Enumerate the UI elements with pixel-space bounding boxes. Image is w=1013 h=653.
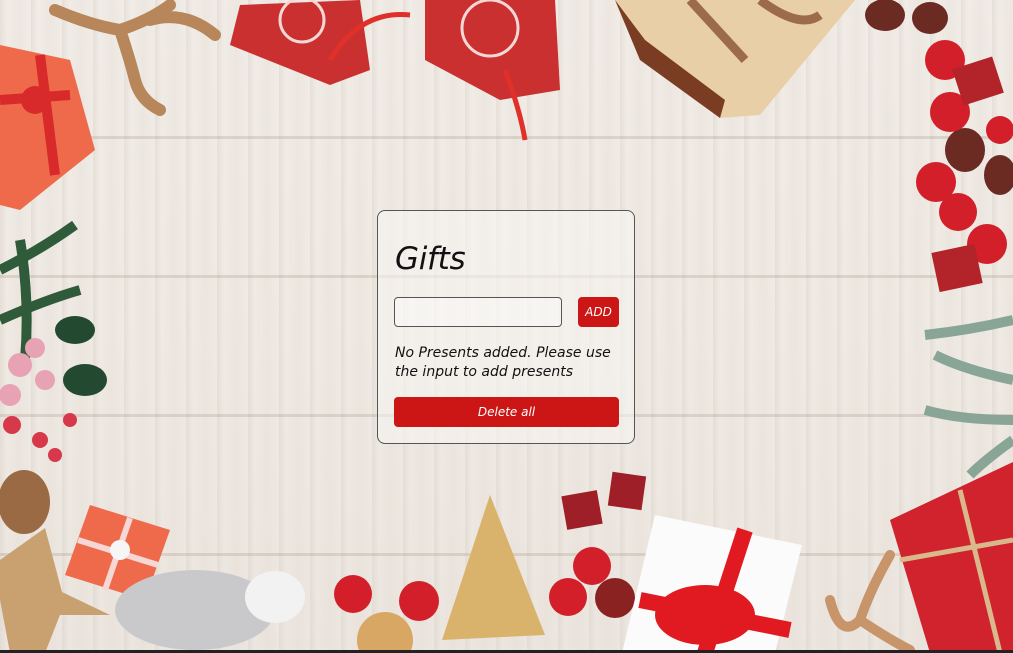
add-button[interactable]: ADD bbox=[578, 297, 619, 327]
gold-tree-ornament-icon bbox=[442, 495, 545, 640]
fir-branch-right-icon bbox=[923, 315, 1013, 479]
delete-all-button[interactable]: Delete all bbox=[394, 397, 619, 427]
red-gift-box-bottom-right-icon bbox=[890, 462, 1013, 653]
red-gift-box-top-left-icon bbox=[0, 45, 95, 210]
white-red-ribbon-gift-icon bbox=[622, 515, 802, 653]
tinsel-icon bbox=[115, 570, 305, 650]
red-snowflake-gift-box-icon bbox=[230, 0, 560, 141]
gift-input[interactable] bbox=[394, 297, 562, 327]
empty-state-message: No Presents added. Please use the input … bbox=[395, 345, 611, 380]
fir-branch-left-icon bbox=[0, 220, 107, 462]
page-title: Gifts bbox=[395, 241, 466, 277]
reindeer-figurine-bottom-icon bbox=[825, 550, 915, 653]
gifts-card: Gifts ADD No Presents added. Please use … bbox=[377, 210, 635, 444]
kraft-gift-box-icon bbox=[615, 0, 855, 118]
pine-cone-bottom-left-icon bbox=[0, 470, 50, 534]
